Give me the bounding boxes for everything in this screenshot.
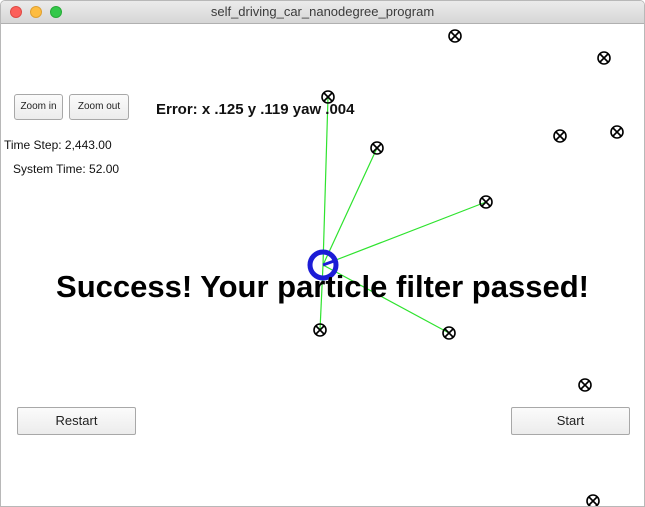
landmark — [448, 29, 462, 43]
start-button[interactable]: Start — [511, 407, 630, 435]
landmark — [553, 129, 567, 143]
simulator-window: self_driving_car_nanodegree_program Zoom… — [0, 0, 645, 507]
simulation-view: Zoom in Zoom out Time Step: 2,443.00 Sys… — [1, 24, 644, 506]
landmark — [610, 125, 624, 139]
zoom-out-button[interactable]: Zoom out — [69, 94, 129, 120]
restart-button[interactable]: Restart — [17, 407, 136, 435]
system-time-readout: System Time: 52.00 — [13, 162, 120, 176]
landmark — [597, 51, 611, 65]
zoom-in-button[interactable]: Zoom in — [14, 94, 63, 120]
landmark — [442, 326, 456, 340]
error-readout: Error: x .125 y .119 yaw .004 — [156, 101, 355, 118]
landmark — [586, 494, 600, 506]
success-message: Success! Your particle filter passed! — [56, 269, 589, 304]
time-step-readout: Time Step: 2,443.00 — [4, 138, 112, 152]
window-title: self_driving_car_nanodegree_program — [210, 4, 435, 19]
landmark — [479, 195, 493, 209]
landmark — [578, 378, 592, 392]
title-bar[interactable]: self_driving_car_nanodegree_program — [1, 1, 644, 24]
landmark — [370, 141, 384, 155]
observation-line — [322, 96, 329, 266]
